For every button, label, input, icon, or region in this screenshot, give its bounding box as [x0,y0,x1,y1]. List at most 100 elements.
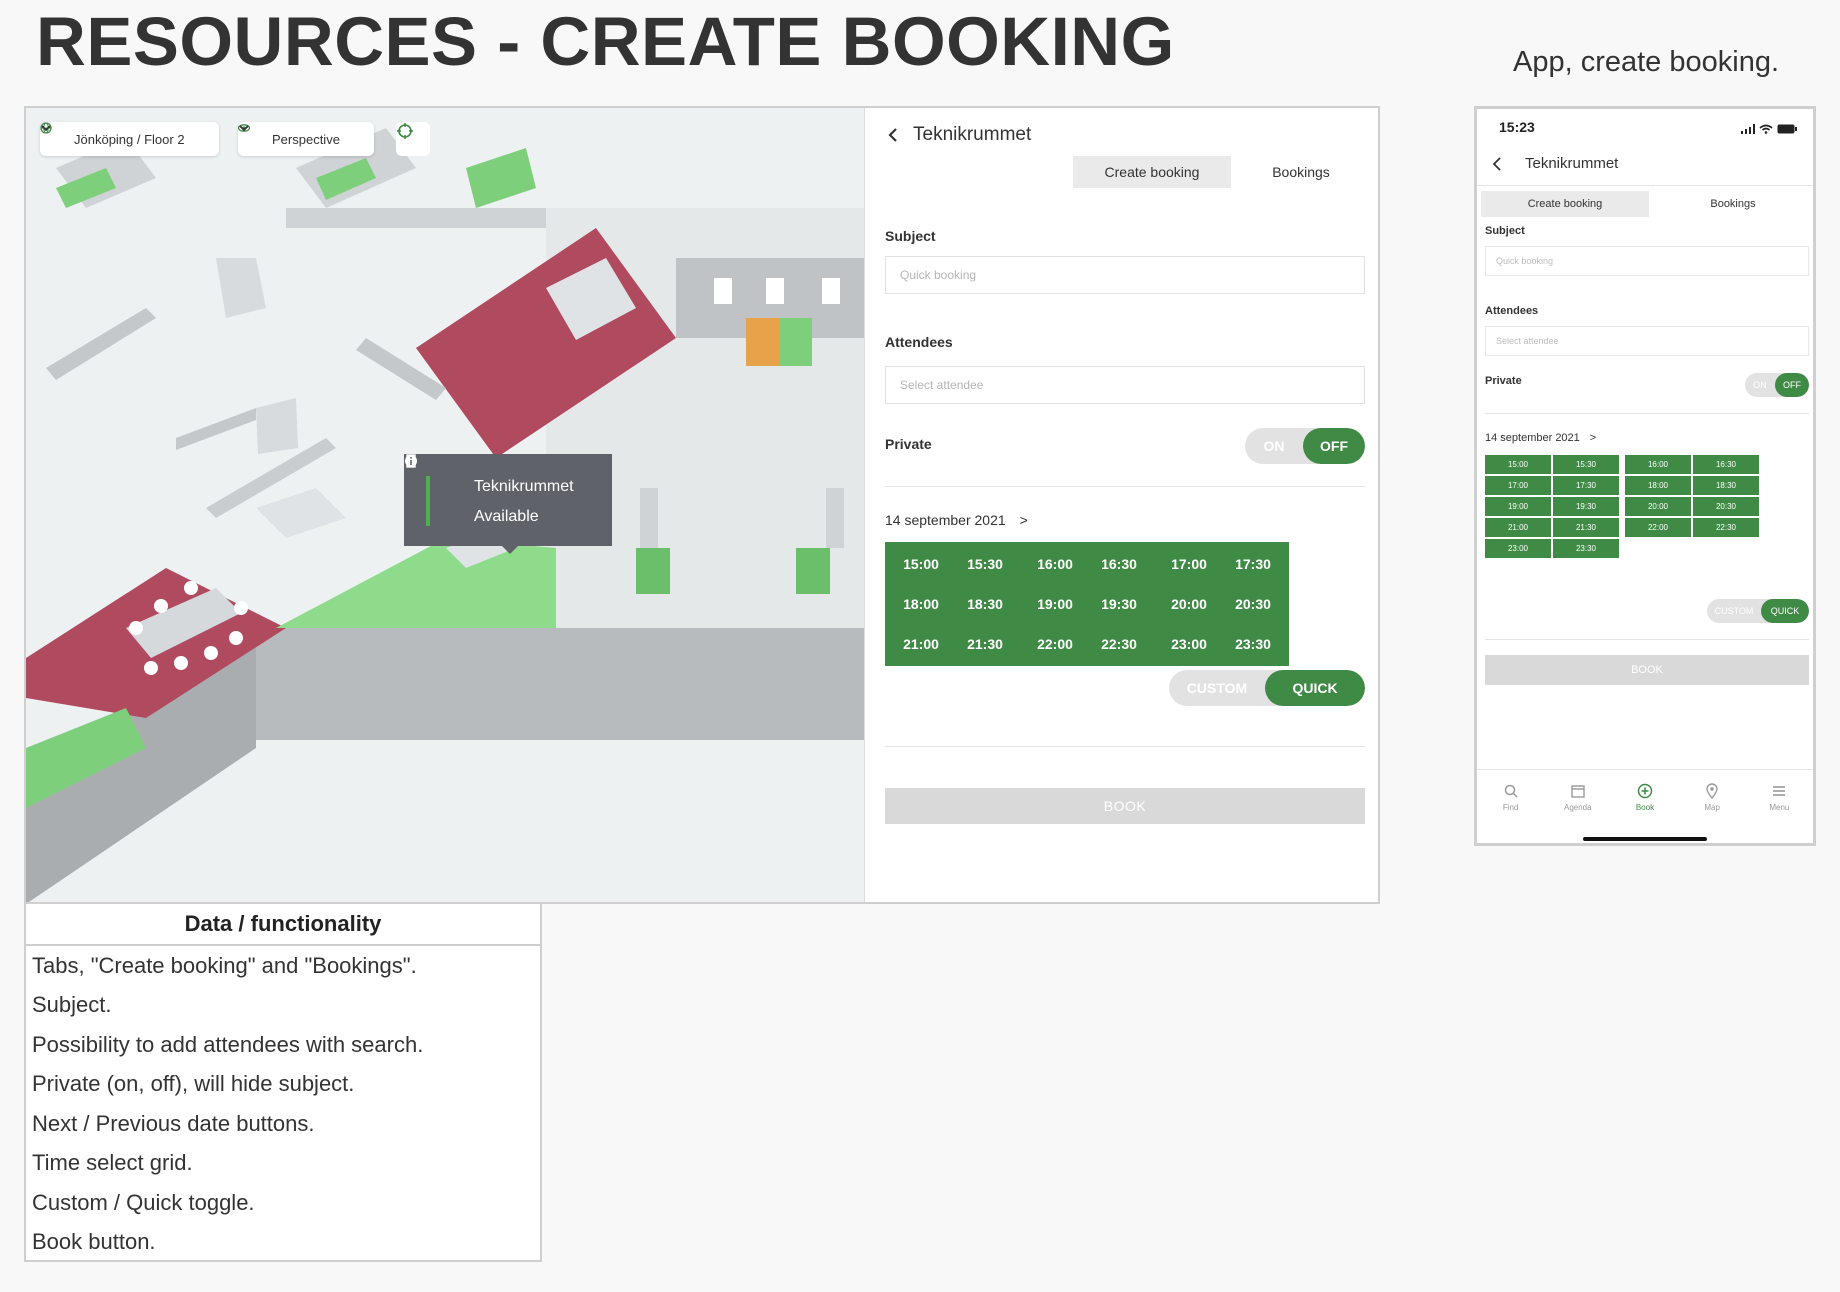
nav-agenda[interactable]: Agenda [1548,783,1608,812]
subject-input[interactable]: Quick booking [1485,246,1809,276]
globe-icon [40,122,66,146]
nav-find[interactable]: Find [1481,783,1541,812]
private-label: Private [885,436,932,452]
time-slot[interactable]: 17:30 [1217,542,1289,586]
room-tooltip: Teknikrummet Available [404,454,612,554]
booking-panel: Teknikrummet Create booking Bookings Sub… [864,108,1378,902]
time-slot[interactable]: 23:30 [1553,539,1619,558]
functionality-row: Tabs, "Create booking" and "Bookings". [32,952,417,978]
locate-button[interactable] [396,122,430,156]
time-slot[interactable]: 23:30 [1217,622,1289,666]
mode-toggle[interactable]: CUSTOM QUICK [1169,670,1365,706]
door-icon [406,454,460,494]
tab-bookings[interactable]: Bookings [1649,191,1813,217]
time-slot[interactable]: 15:30 [1553,455,1619,474]
attendees-label: Attendees [885,334,953,350]
time-slot[interactable]: 23:00 [1485,539,1551,558]
divider [885,486,1365,487]
date-label: 14 september 2021 [1485,432,1580,444]
time-slot[interactable]: 19:00 [1019,582,1091,626]
functionality-row: Subject. [32,992,112,1018]
nav-menu[interactable]: Menu [1749,783,1809,812]
time-slot[interactable]: 17:30 [1553,476,1619,495]
time-slot[interactable]: 22:30 [1693,518,1759,537]
time-slot[interactable]: 18:00 [1625,476,1691,495]
attendees-input[interactable]: Select attendee [885,366,1365,404]
attendees-input[interactable]: Select attendee [1485,326,1809,356]
time-slot[interactable]: 20:30 [1693,497,1759,516]
custom-mode-option[interactable]: CUSTOM [1707,599,1761,623]
time-slot[interactable]: 22:30 [1083,622,1155,666]
time-slot[interactable]: 16:30 [1083,542,1155,586]
functionality-row: Book button. [32,1229,156,1255]
time-slot[interactable]: 18:30 [949,582,1021,626]
phone-header[interactable]: Teknikrummet [1491,155,1618,172]
time-slot[interactable]: 22:00 [1019,622,1091,666]
time-slot[interactable]: 23:00 [1153,622,1225,666]
private-on-option[interactable]: ON [1745,373,1775,397]
time-slot[interactable]: 19:00 [1485,497,1551,516]
time-slot[interactable]: 16:00 [1625,455,1691,474]
private-off-option[interactable]: OFF [1303,428,1365,464]
tab-bookings[interactable]: Bookings [1231,156,1371,188]
custom-mode-option[interactable]: CUSTOM [1169,670,1265,706]
phone-room-title: Teknikrummet [1525,155,1619,172]
map-pin-icon [1704,783,1720,799]
view-mode-selector[interactable]: Perspective [238,122,374,156]
tab-create-booking[interactable]: Create booking [1481,191,1649,217]
book-button[interactable]: BOOK [1485,655,1809,685]
divider [1485,413,1809,414]
floor-map[interactable]: Jönköping / Floor 2 Perspective Teknikru… [26,108,864,902]
subject-input[interactable]: Quick booking [885,256,1365,294]
time-slot[interactable]: 18:30 [1693,476,1759,495]
nav-map[interactable]: Map [1682,783,1742,812]
time-slot[interactable]: 20:00 [1625,497,1691,516]
time-slot[interactable]: 16:00 [1019,542,1091,586]
time-slot[interactable]: 19:30 [1553,497,1619,516]
date-label: 14 september 2021 [885,512,1006,528]
divider [885,746,1365,747]
time-slot[interactable]: 21:00 [885,622,957,666]
time-slot[interactable]: 17:00 [1153,542,1225,586]
time-slot[interactable]: 20:30 [1217,582,1289,626]
location-selector[interactable]: Jönköping / Floor 2 [40,122,219,156]
page-title: RESOURCES - CREATE BOOKING [36,3,1175,80]
view-mode-label: Perspective [272,131,340,147]
tab-bar: Create booking Bookings [1073,156,1371,188]
book-button[interactable]: BOOK [885,788,1365,824]
time-slot[interactable]: 21:00 [1485,518,1551,537]
quick-mode-option[interactable]: QUICK [1761,599,1809,623]
time-slot[interactable]: 17:00 [1485,476,1551,495]
nav-label: Find [1502,803,1519,812]
phone-screen: 15:23 Teknikrummet Create booking Bookin… [1474,106,1816,846]
private-on-option[interactable]: ON [1245,428,1303,464]
tooltip-room-name: Teknikrummet [474,478,574,495]
time-slot[interactable]: 21:30 [949,622,1021,666]
tab-create-booking[interactable]: Create booking [1073,156,1231,188]
time-slot[interactable]: 16:30 [1693,455,1759,474]
time-slot[interactable]: 21:30 [1553,518,1619,537]
time-slot[interactable]: 18:00 [885,582,957,626]
back-chevron-icon[interactable] [1491,156,1507,172]
next-date-button[interactable]: > [1590,432,1596,444]
hamburger-icon [1771,783,1787,799]
time-slot[interactable]: 15:00 [885,542,957,586]
time-slot[interactable]: 22:00 [1625,518,1691,537]
time-slot[interactable]: 15:30 [949,542,1021,586]
divider [1485,639,1809,640]
time-slot[interactable]: 20:00 [1153,582,1225,626]
quick-mode-option[interactable]: QUICK [1265,670,1365,706]
back-chevron-icon[interactable] [885,127,901,143]
nav-book[interactable]: Book [1615,783,1675,812]
private-toggle[interactable]: ON OFF [1745,373,1809,397]
private-toggle[interactable]: ON OFF [1245,428,1365,464]
attendees-label: Attendees [1485,305,1539,317]
panel-header[interactable]: Teknikrummet [885,120,1031,150]
mode-toggle[interactable]: CUSTOM QUICK [1707,599,1809,623]
time-slot[interactable]: 15:00 [1485,455,1551,474]
time-slot[interactable]: 19:30 [1083,582,1155,626]
private-off-option[interactable]: OFF [1775,373,1809,397]
next-date-button[interactable]: > [1020,512,1028,528]
calendar-icon [1570,783,1586,799]
app-caption: App, create booking. [1513,46,1780,78]
